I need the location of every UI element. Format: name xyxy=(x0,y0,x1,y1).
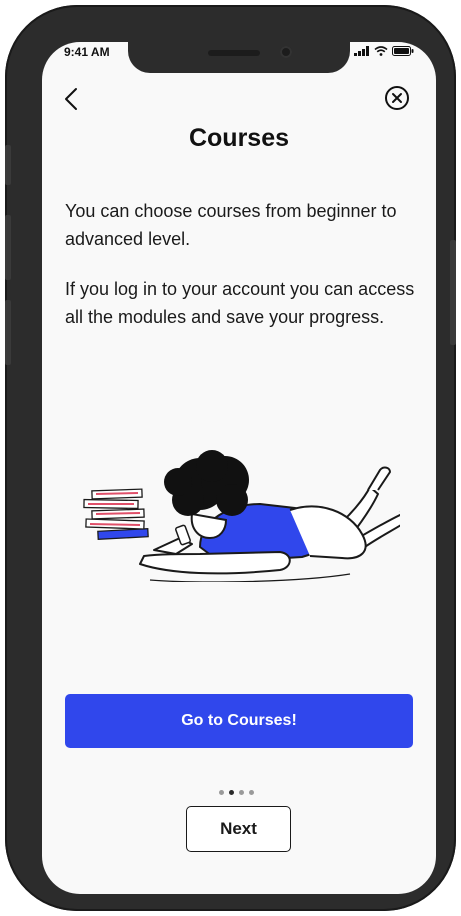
phone-frame: 9:41 AM Courses You can choose courses f… xyxy=(5,5,456,911)
description-paragraph-1: You can choose courses from beginner to … xyxy=(65,201,397,249)
book-stack xyxy=(83,488,149,540)
volume-down-button xyxy=(5,300,11,365)
volume-up-button xyxy=(5,215,11,280)
page-dot xyxy=(219,790,224,795)
ground-line xyxy=(149,573,351,582)
mute-switch xyxy=(5,145,11,185)
signal-icon xyxy=(354,46,369,56)
reading-person-illustration xyxy=(83,450,400,582)
status-time: 9:41 AM xyxy=(64,45,110,59)
wifi-icon xyxy=(374,46,388,56)
status-icons xyxy=(354,46,414,56)
chevron-left-icon[interactable] xyxy=(62,86,82,112)
close-circle-icon[interactable] xyxy=(384,85,410,111)
go-to-courses-button[interactable]: Go to Courses! xyxy=(65,694,413,748)
page-dot xyxy=(239,790,244,795)
page-title: Courses xyxy=(188,124,290,152)
description-paragraph-2: If you log in to your account you can ac… xyxy=(65,279,415,327)
speaker xyxy=(208,50,260,56)
page-dot xyxy=(249,790,254,795)
camera xyxy=(280,46,292,58)
notch xyxy=(128,42,350,73)
next-button[interactable]: Next xyxy=(186,806,291,852)
page-dot-active xyxy=(229,790,234,795)
power-button xyxy=(450,240,456,345)
battery-icon xyxy=(392,46,414,56)
screen: 9:41 AM Courses You can choose courses f… xyxy=(42,42,436,894)
person-hair xyxy=(164,450,249,516)
page-indicator xyxy=(219,790,254,795)
